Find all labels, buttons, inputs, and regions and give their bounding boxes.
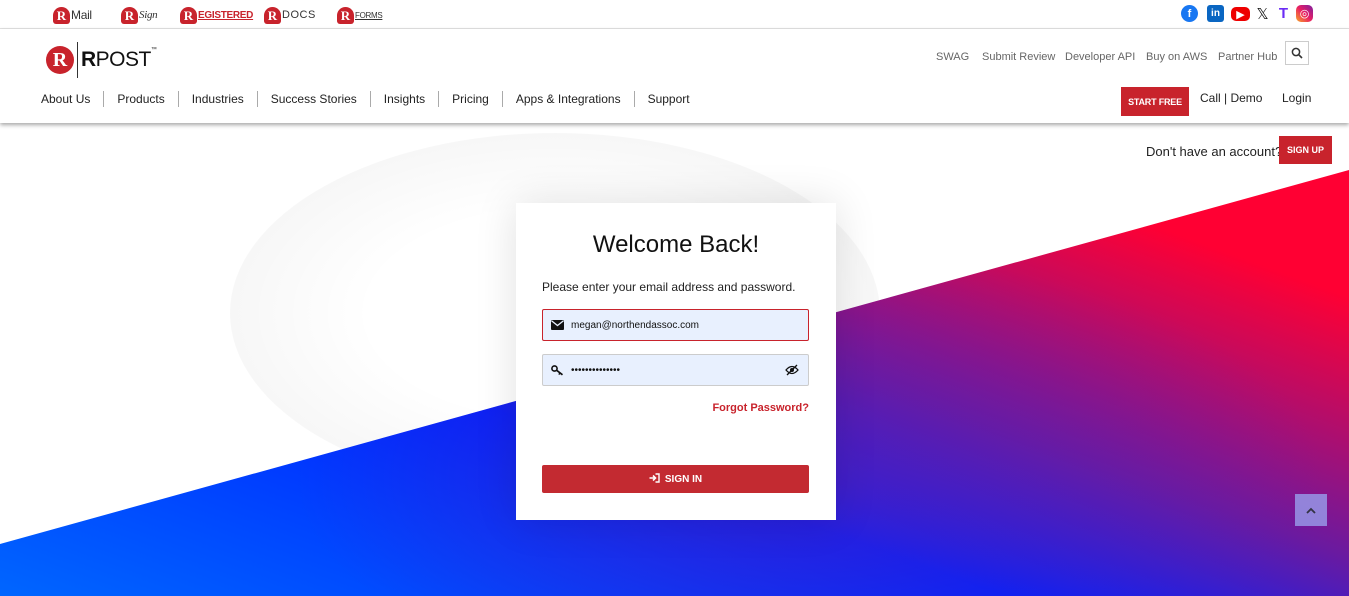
login-card: Welcome Back! Please enter your email ad… bbox=[516, 203, 836, 520]
eye-slash-icon[interactable] bbox=[784, 363, 800, 377]
sign-in-label: SIGN IN bbox=[664, 473, 703, 485]
swag-link[interactable]: SWAG bbox=[936, 51, 969, 63]
password-input[interactable] bbox=[571, 356, 781, 384]
scroll-to-top-button[interactable] bbox=[1295, 494, 1327, 526]
search-icon bbox=[1291, 47, 1303, 59]
sign-in-button[interactable]: SIGN IN bbox=[542, 465, 809, 493]
nav-industries[interactable]: Industries bbox=[177, 91, 257, 107]
partner-hub-link[interactable]: Partner Hub bbox=[1218, 51, 1277, 63]
linkedin-icon[interactable]: in bbox=[1207, 5, 1224, 22]
r-logo-icon: R bbox=[264, 6, 281, 24]
email-field[interactable] bbox=[542, 309, 809, 341]
nav-pricing[interactable]: Pricing bbox=[438, 91, 502, 107]
forgot-password-link[interactable]: Forgot Password? bbox=[712, 402, 809, 414]
developer-api-link[interactable]: Developer API bbox=[1065, 51, 1135, 63]
r-logo-icon: R bbox=[46, 46, 74, 74]
brand-name: DOCS bbox=[282, 9, 316, 21]
facebook-icon[interactable]: f bbox=[1181, 5, 1198, 22]
brand-name: FORMS bbox=[355, 10, 383, 20]
password-field[interactable] bbox=[542, 354, 809, 386]
main-nav: About Us Products Industries Success Sto… bbox=[41, 91, 703, 107]
x-twitter-icon[interactable]: 𝕏 bbox=[1254, 5, 1271, 23]
brand-bar: R Mail R Sign R EGISTERED R DOCS R FORMS… bbox=[0, 0, 1349, 29]
brand-name: Mail bbox=[71, 8, 92, 22]
chevron-up-icon bbox=[1306, 507, 1316, 514]
search-button[interactable] bbox=[1285, 41, 1309, 65]
brand-name: EGISTERED bbox=[198, 9, 254, 21]
email-input[interactable] bbox=[571, 311, 781, 339]
call-demo-link[interactable]: Call | Demo bbox=[1200, 91, 1262, 105]
r-logo-icon: R bbox=[121, 6, 138, 24]
login-link[interactable]: Login bbox=[1282, 91, 1311, 105]
brand-rmail-link[interactable]: R Mail bbox=[53, 5, 92, 25]
r-logo-icon: R bbox=[180, 6, 197, 24]
brand-registered-link[interactable]: R EGISTERED bbox=[180, 5, 253, 25]
main-header: R RPOST ™ SWAG Submit Review Developer A… bbox=[0, 29, 1349, 123]
nav-insights[interactable]: Insights bbox=[369, 91, 438, 107]
nav-support[interactable]: Support bbox=[633, 91, 703, 107]
brand-rdocs-link[interactable]: R DOCS bbox=[264, 5, 316, 25]
sign-up-button[interactable]: SIGN UP bbox=[1279, 136, 1332, 164]
r-logo-icon: R bbox=[337, 6, 354, 24]
logo-trademark: ™ bbox=[150, 47, 157, 53]
key-icon bbox=[543, 355, 571, 385]
nav-products[interactable]: Products bbox=[103, 91, 177, 107]
logo-text: RPOST bbox=[81, 48, 151, 71]
start-free-button[interactable]: START FREE bbox=[1121, 87, 1189, 116]
envelope-icon bbox=[543, 310, 571, 340]
nav-apps-integrations[interactable]: Apps & Integrations bbox=[501, 91, 634, 107]
no-account-text: Don't have an account? bbox=[1146, 144, 1283, 159]
sign-in-icon bbox=[649, 472, 660, 486]
nav-success-stories[interactable]: Success Stories bbox=[256, 91, 370, 107]
youtube-icon[interactable]: ▶ bbox=[1231, 7, 1250, 21]
rpost-logo[interactable]: R RPOST ™ bbox=[46, 42, 157, 78]
r-logo-icon: R bbox=[53, 6, 70, 24]
buy-on-aws-link[interactable]: Buy on AWS bbox=[1146, 51, 1207, 63]
brand-name: Sign bbox=[139, 9, 158, 21]
submit-review-link[interactable]: Submit Review bbox=[982, 51, 1055, 63]
instagram-icon[interactable]: ◎ bbox=[1296, 5, 1313, 22]
logo-divider bbox=[77, 42, 78, 78]
brand-rforms-link[interactable]: R FORMS bbox=[337, 5, 383, 25]
brand-rsign-link[interactable]: R Sign bbox=[121, 5, 158, 25]
tiktok-icon[interactable]: T bbox=[1275, 5, 1292, 22]
card-title: Welcome Back! bbox=[592, 231, 760, 258]
card-subtitle: Please enter your email address and pass… bbox=[542, 280, 796, 294]
nav-about-us[interactable]: About Us bbox=[41, 91, 103, 107]
